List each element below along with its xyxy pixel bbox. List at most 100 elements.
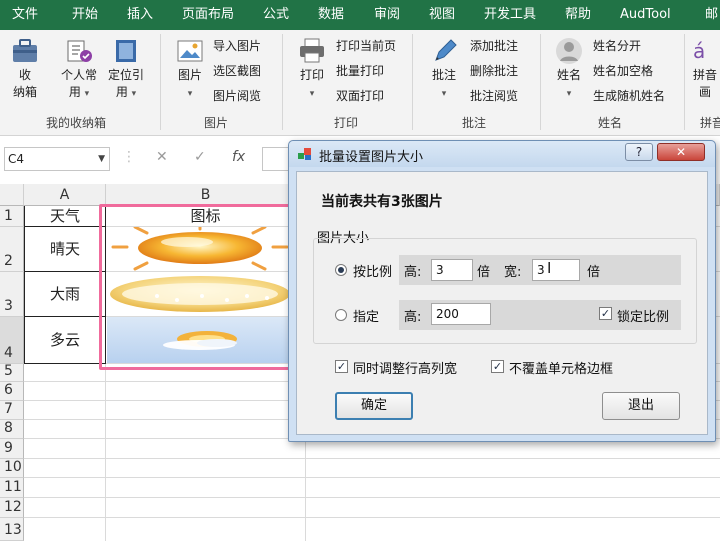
name-box[interactable]: C4 ▼ xyxy=(4,147,110,171)
tab-formulas[interactable]: 公式 xyxy=(263,0,289,30)
specify-height-input[interactable]: 200 xyxy=(431,303,491,325)
cell-a3[interactable]: 大雨 xyxy=(24,272,106,316)
group-label-print: 打印 xyxy=(333,116,358,130)
adjust-rows-cols-label[interactable]: 同时调整行高列宽 xyxy=(353,358,457,377)
ribbon: 收 纳箱 个人常 用 ▾ 定位引 用 ▾ 我的收纳箱 图片 ▾ 导入图片 选区截… xyxy=(0,30,720,136)
print-button[interactable]: 打印 ▾ xyxy=(292,36,332,103)
grid-line xyxy=(24,458,720,459)
dialog-title: 批量设置图片大小 xyxy=(319,150,424,165)
tab-view[interactable]: 视图 xyxy=(429,0,455,30)
tab-help[interactable]: 帮助 xyxy=(565,0,591,30)
adjust-rows-cols-checkbox[interactable]: ✓ xyxy=(335,360,348,373)
tab-data[interactable]: 数据 xyxy=(318,0,344,30)
exit-button[interactable]: 退出 xyxy=(602,392,680,420)
select-all-corner[interactable] xyxy=(0,184,24,206)
batch-print-label: 批量打印 xyxy=(336,64,385,78)
pinyin-label: 拼音 画 xyxy=(692,68,717,99)
no-cover-border-checkbox[interactable]: ✓ xyxy=(491,360,504,373)
group-label-picture: 图片 xyxy=(203,116,228,130)
locate-reference-label: 定位引 用 xyxy=(107,68,144,99)
row-header-4[interactable]: 4 xyxy=(0,317,24,364)
row-header-5[interactable]: 5 xyxy=(0,363,24,382)
help-button[interactable]: ? xyxy=(625,143,653,161)
delete-comment-button[interactable]: 删除批注 xyxy=(470,61,518,81)
cancel-icon[interactable]: ✕ xyxy=(156,149,168,165)
row-header-6[interactable]: 6 xyxy=(0,382,24,401)
pinyin-button[interactable]: á 拼音 画 xyxy=(690,36,720,101)
group-label-pinyin: 拼音 xyxy=(700,116,720,130)
name-add-space-label: 姓名加空格 xyxy=(593,64,654,78)
lock-ratio-checkbox[interactable]: ✓ xyxy=(599,307,612,320)
column-header-a[interactable]: A xyxy=(24,184,106,206)
ratio-height-input[interactable]: 3 xyxy=(431,259,473,281)
cell-a2[interactable]: 晴天 xyxy=(24,227,106,271)
tab-page-layout[interactable]: 页面布局 xyxy=(182,0,234,30)
specify-option-label[interactable]: 指定 xyxy=(353,306,379,325)
chevron-down-icon: ▾ xyxy=(187,89,193,99)
dialog-body: 当前表共有3张图片 图片大小 按比例 高: 3 倍 宽: 3 I 倍 指定 高:… xyxy=(296,171,708,435)
row-header-1[interactable]: 1 xyxy=(0,206,24,227)
specify-radio[interactable] xyxy=(335,309,347,321)
row-header-2[interactable]: 2 xyxy=(0,227,24,272)
row-header-3[interactable]: 3 xyxy=(0,272,24,317)
name-add-space-button[interactable]: 姓名加空格 xyxy=(593,61,653,81)
dialog-title-bar[interactable]: 批量设置图片大小 ? ✕ xyxy=(289,141,715,167)
tab-review[interactable]: 审阅 xyxy=(374,0,400,30)
printer-icon xyxy=(300,38,324,63)
ratio-width-label: 宽: xyxy=(504,265,522,280)
picture-browse-button[interactable]: 图片阅览 xyxy=(213,86,261,106)
cell-a4[interactable]: 多云 xyxy=(24,317,106,363)
random-name-button[interactable]: 生成随机姓名 xyxy=(593,86,665,106)
row-header-7[interactable]: 7 xyxy=(0,401,24,420)
comment-button[interactable]: 批注 ▾ xyxy=(424,36,464,103)
close-button[interactable]: ✕ xyxy=(657,143,705,161)
ok-button[interactable]: 确定 xyxy=(335,392,413,420)
grid-line xyxy=(24,497,720,498)
tab-file[interactable]: 文件 xyxy=(12,0,38,30)
row-header-8[interactable]: 8 xyxy=(0,420,24,439)
chevron-down-icon: ▾ xyxy=(131,89,137,99)
cell-a1[interactable]: 天气 xyxy=(24,206,106,226)
insert-function-icon[interactable]: fx xyxy=(232,149,245,165)
duplex-print-button[interactable]: 双面打印 xyxy=(336,86,384,106)
import-picture-button[interactable]: 导入图片 xyxy=(213,36,261,56)
row-header-11[interactable]: 11 xyxy=(0,478,24,498)
lock-ratio-label[interactable]: 锁定比例 xyxy=(617,306,669,325)
ratio-radio[interactable] xyxy=(335,264,347,276)
batch-print-button[interactable]: 批量打印 xyxy=(336,61,384,81)
add-comment-button[interactable]: 添加批注 xyxy=(470,36,518,56)
pinyin-icon: á xyxy=(693,39,705,63)
confirm-icon[interactable]: ✓ xyxy=(194,149,206,165)
personal-common-button[interactable]: 个人常 用 ▾ xyxy=(56,36,102,103)
user-avatar-icon xyxy=(556,38,582,64)
split-name-button[interactable]: 姓名分开 xyxy=(593,36,641,56)
tab-audtool[interactable]: AudTool xyxy=(620,0,671,30)
picture-count-heading: 当前表共有3张图片 xyxy=(321,194,443,210)
comment-browse-button[interactable]: 批注阅览 xyxy=(470,86,518,106)
times-label: 倍 xyxy=(477,265,491,280)
random-name-label: 生成随机姓名 xyxy=(593,89,666,103)
tab-mail[interactable]: 邮 xyxy=(705,0,718,30)
grid-line xyxy=(24,517,720,518)
locate-reference-button[interactable]: 定位引 用 ▾ xyxy=(104,36,148,103)
storage-box-button[interactable]: 收 纳箱 xyxy=(6,36,44,101)
name-button[interactable]: 姓名 ▾ xyxy=(549,36,589,103)
toolbox-icon xyxy=(13,39,37,62)
no-cover-border-label[interactable]: 不覆盖单元格边框 xyxy=(509,358,613,377)
print-current-page-button[interactable]: 打印当前页 xyxy=(336,36,396,56)
column-header-b[interactable]: B xyxy=(106,184,306,206)
tab-developer[interactable]: 开发工具 xyxy=(484,0,536,30)
tab-insert[interactable]: 插入 xyxy=(127,0,153,30)
row-header-9[interactable]: 9 xyxy=(0,439,24,459)
chevron-down-icon: ▼ xyxy=(98,154,105,164)
tab-home[interactable]: 开始 xyxy=(72,0,98,30)
ratio-option-label[interactable]: 按比例 xyxy=(353,261,392,280)
region-screenshot-button[interactable]: 选区截图 xyxy=(213,61,261,81)
ratio-width-input[interactable]: 3 I xyxy=(532,259,580,281)
comment-browse-label: 批注阅览 xyxy=(470,89,519,103)
picture-button[interactable]: 图片 ▾ xyxy=(170,36,210,103)
row-header-10[interactable]: 10 xyxy=(0,459,24,478)
row-header-13[interactable]: 13 xyxy=(0,518,24,541)
row-header-12[interactable]: 12 xyxy=(0,498,24,518)
split-name-label: 姓名分开 xyxy=(593,39,642,53)
